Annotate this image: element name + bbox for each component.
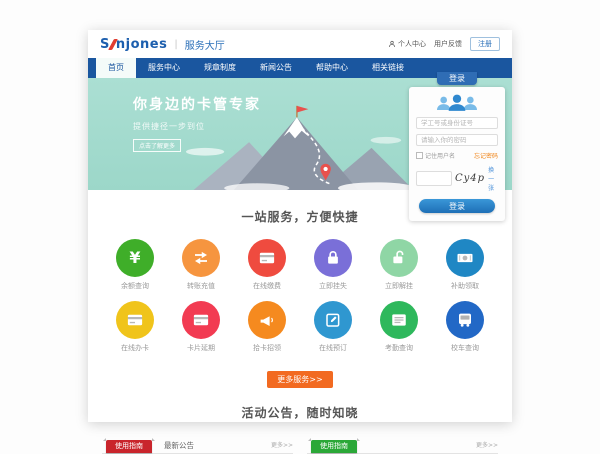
header-actions: 个人中心 用户反馈 注册	[388, 37, 500, 51]
login-form: 记住用户名 忘记密码 Cy4p 换一张 登录	[409, 87, 505, 221]
bank-card-icon	[116, 301, 154, 339]
hero-headline: 你身边的卡管专家	[133, 94, 261, 114]
service-item-label: 立即解挂	[366, 281, 432, 291]
users-group-icon	[432, 93, 482, 112]
announcement-panel-0: 使用指南最新公告 更多>>	[102, 435, 293, 454]
user-feedback-label: 用户反馈	[434, 39, 462, 49]
service-item-label: 在线办卡	[102, 343, 168, 353]
announcements-section: 活动公告，随时知晓 使用指南最新公告更多>>使用指南更多>>	[88, 388, 512, 454]
header: S njones | 服务大厅 个人中心 用户反馈 注册	[88, 30, 512, 58]
captcha-refresh-link[interactable]: 换一张	[488, 165, 498, 192]
site-title: 服务大厅	[185, 37, 225, 52]
service-item-label: 转账充值	[168, 281, 234, 291]
login-tab[interactable]: 登录	[437, 72, 477, 85]
attendance-icon	[380, 301, 418, 339]
hero-subheadline: 提供捷径一步到位	[133, 121, 261, 132]
announcement-panels: 使用指南最新公告更多>>使用指南更多>>	[88, 435, 512, 454]
remember-row: 记住用户名 忘记密码	[416, 151, 498, 160]
service-item-label: 在线预订	[300, 343, 366, 353]
bank-card-icon	[248, 239, 286, 277]
service-item-7[interactable]: 卡片延期	[168, 301, 234, 353]
password-input[interactable]	[416, 134, 498, 146]
services-grid: ¥ 余额查询转账充值在线缴费立即挂失立即解挂补助领取在线办卡卡片延期拾卡招领在线预…	[88, 239, 512, 353]
logo-separator: |	[174, 39, 177, 50]
service-item-10[interactable]: 考勤查询	[366, 301, 432, 353]
transfer-arrows-icon	[182, 239, 220, 277]
service-item-9[interactable]: 在线预订	[300, 301, 366, 353]
service-item-label: 卡片延期	[168, 343, 234, 353]
personal-center-link[interactable]: 个人中心	[388, 39, 426, 49]
captcha-row: Cy4p 换一张	[416, 165, 498, 192]
nav-item-5[interactable]: 相关链接	[360, 58, 416, 78]
nav-item-2[interactable]: 规章制度	[192, 58, 248, 78]
hero-copy: 你身边的卡管专家 提供捷径一步到位 点击了解更多	[133, 94, 261, 152]
service-item-11[interactable]: 校车查询	[432, 301, 498, 353]
panel-ribbon-tab[interactable]: 使用指南	[106, 440, 152, 453]
yen-icon: ¥	[116, 239, 154, 277]
bus-icon	[446, 301, 484, 339]
logo[interactable]: S njones | 服务大厅	[100, 37, 225, 52]
remember-checkbox[interactable]	[416, 152, 423, 159]
panel-header: 使用指南 更多>>	[307, 435, 498, 454]
account-input[interactable]	[416, 117, 498, 129]
nav-item-0[interactable]: 首页	[96, 58, 136, 78]
nav-item-3[interactable]: 新闻公告	[248, 58, 304, 78]
page: S njones | 服务大厅 个人中心 用户反馈 注册 首页服务中心规章制度新…	[88, 30, 512, 422]
more-services-wrap: 更多服务>>	[88, 367, 512, 388]
service-item-2[interactable]: 在线缴费	[234, 239, 300, 291]
hero-banner: 你身边的卡管专家 提供捷径一步到位 点击了解更多 登录	[88, 78, 512, 190]
captcha-input[interactable]	[416, 171, 452, 186]
panel-more-link[interactable]: 更多>>	[271, 438, 293, 453]
unlock-icon	[380, 239, 418, 277]
service-item-6[interactable]: 在线办卡	[102, 301, 168, 353]
panel-secondary-tab[interactable]: 最新公告	[164, 438, 194, 453]
person-icon	[388, 40, 396, 48]
register-button[interactable]: 注册	[470, 37, 500, 51]
personal-center-label: 个人中心	[398, 39, 426, 49]
logo-text-rest: njones	[116, 37, 167, 52]
service-item-label: 校车查询	[432, 343, 498, 353]
announcements-title: 活动公告，随时知晓	[88, 404, 512, 421]
service-item-label: 拾卡招领	[234, 343, 300, 353]
service-item-3[interactable]: 立即挂失	[300, 239, 366, 291]
service-item-5[interactable]: 补助领取	[432, 239, 498, 291]
hero-cta-button[interactable]: 点击了解更多	[133, 139, 181, 152]
captcha-image[interactable]: Cy4p	[455, 173, 485, 184]
service-item-0[interactable]: ¥ 余额查询	[102, 239, 168, 291]
edit-icon	[314, 301, 352, 339]
more-services-button[interactable]: 更多服务>>	[267, 371, 332, 388]
bank-card-icon	[182, 301, 220, 339]
user-feedback-link[interactable]: 用户反馈	[434, 39, 462, 49]
banknote-icon	[446, 239, 484, 277]
service-item-label: 在线缴费	[234, 281, 300, 291]
panel-ribbon-tab[interactable]: 使用指南	[311, 440, 357, 453]
forgot-password-link[interactable]: 忘记密码	[474, 151, 498, 160]
service-item-8[interactable]: 拾卡招领	[234, 301, 300, 353]
megaphone-icon	[248, 301, 286, 339]
remember-label: 记住用户名	[425, 151, 455, 160]
panel-header: 使用指南最新公告 更多>>	[102, 435, 293, 454]
nav-item-4[interactable]: 帮助中心	[304, 58, 360, 78]
service-item-label: 余额查询	[102, 281, 168, 291]
login-panel: 登录 记住用户名 忘记密码 Cy4p 换一张	[409, 72, 505, 221]
service-item-4[interactable]: 立即解挂	[366, 239, 432, 291]
lock-icon	[314, 239, 352, 277]
announcement-panel-1: 使用指南 更多>>	[307, 435, 498, 454]
service-item-label: 考勤查询	[366, 343, 432, 353]
login-submit-button[interactable]: 登录	[419, 199, 494, 213]
service-item-label: 立即挂失	[300, 281, 366, 291]
nav-item-1[interactable]: 服务中心	[136, 58, 192, 78]
service-item-1[interactable]: 转账充值	[168, 239, 234, 291]
service-item-label: 补助领取	[432, 281, 498, 291]
panel-more-link[interactable]: 更多>>	[476, 438, 498, 453]
